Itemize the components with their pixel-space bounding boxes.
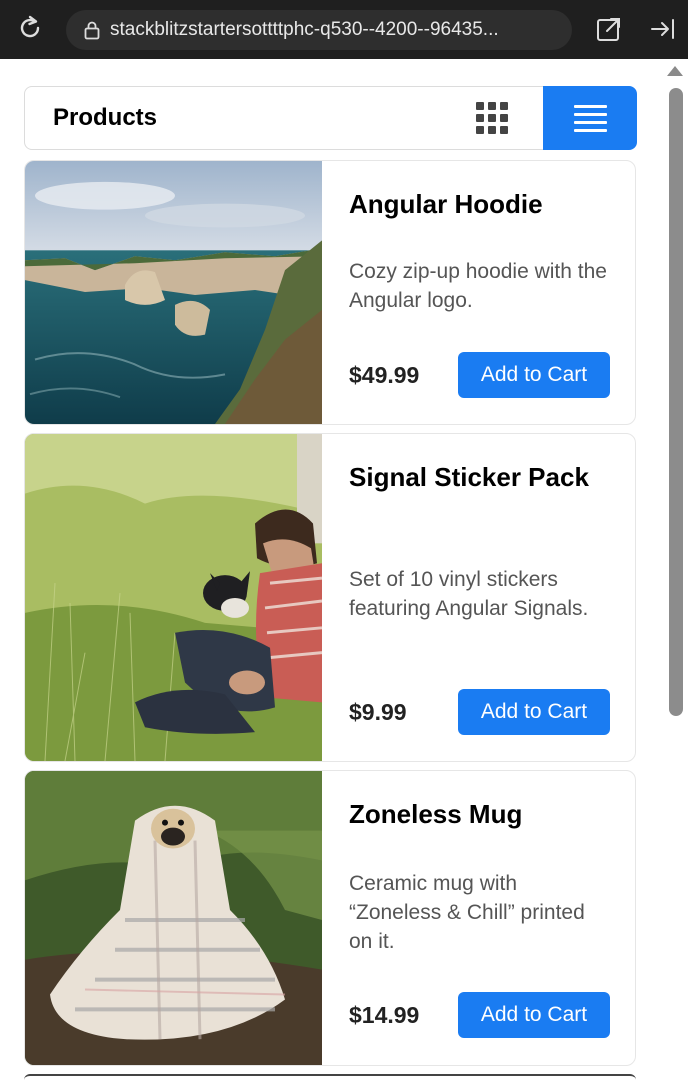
add-to-cart-button[interactable]: Add to Cart [458, 352, 610, 398]
product-description: Cozy zip-up hoodie with the Angular logo… [349, 260, 607, 312]
grid-view-icon[interactable] [475, 101, 509, 135]
open-external-icon[interactable] [596, 16, 622, 42]
browser-toolbar: stackblitzstartersottttphc-q530--4200--9… [0, 0, 688, 59]
product-image [25, 771, 322, 1065]
product-name: Signal Sticker Pack [349, 462, 589, 492]
product-card: Angular Hoodie Cozy zip-up hoodie with t… [24, 160, 636, 425]
lock-icon [84, 21, 100, 40]
pug-in-blanket-photo [25, 771, 322, 1065]
scroll-up-arrow-icon[interactable] [667, 66, 683, 76]
product-description: Set of 10 vinyl stickers featuring Angul… [349, 568, 589, 620]
address-bar[interactable]: stackblitzstartersottttphc-q530--4200--9… [66, 10, 572, 50]
product-card: Signal Sticker Pack Set of 10 vinyl stic… [24, 433, 636, 762]
list-view-icon[interactable] [543, 86, 637, 150]
product-name: Angular Hoodie [349, 189, 543, 219]
product-card: Zoneless Mug Ceramic mug with “Zoneless … [24, 770, 636, 1066]
collapse-sidebar-icon[interactable] [650, 16, 676, 42]
next-product-card-edge [24, 1074, 636, 1080]
product-image [25, 434, 322, 761]
url-text: stackblitzstartersottttphc-q530--4200--9… [110, 19, 499, 40]
coastal-cliffs-photo [25, 161, 322, 424]
product-price: $9.99 [349, 699, 407, 725]
product-name: Zoneless Mug [349, 799, 523, 829]
add-to-cart-button[interactable]: Add to Cart [458, 689, 610, 735]
add-to-cart-button[interactable]: Add to Cart [458, 992, 610, 1038]
page-title: Products [53, 104, 158, 131]
products-header: Products [24, 86, 637, 150]
reload-icon[interactable] [16, 14, 44, 42]
man-with-dog-in-grass-photo [25, 434, 322, 761]
product-image [25, 161, 322, 424]
product-price: $14.99 [349, 1002, 420, 1028]
product-price: $49.99 [349, 362, 420, 388]
product-description: Ceramic mug with “Zoneless & Chill” prin… [349, 872, 585, 953]
scrollbar-thumb[interactable] [669, 88, 683, 716]
